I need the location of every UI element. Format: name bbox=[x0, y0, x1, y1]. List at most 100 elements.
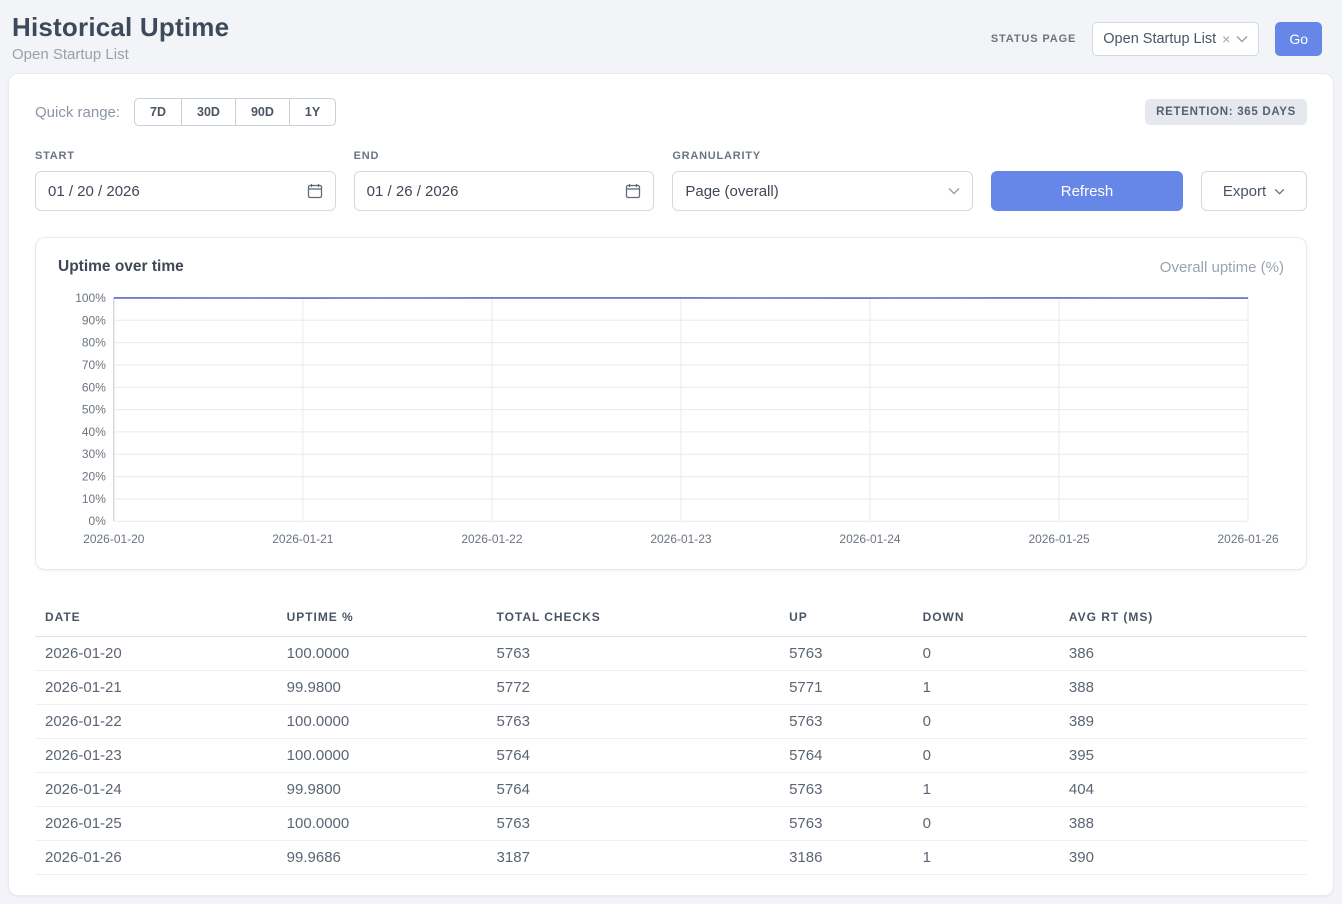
svg-text:10%: 10% bbox=[82, 492, 106, 506]
svg-text:2026-01-22: 2026-01-22 bbox=[461, 532, 522, 546]
table-cell: 100.0000 bbox=[277, 739, 487, 773]
table-cell: 100.0000 bbox=[277, 637, 487, 671]
table-cell: 2026-01-26 bbox=[35, 841, 277, 875]
uptime-line-chart: 0% 10% 20% 30% 40% 50% 60% 70% 80% 90% 100% 2026-01… bbox=[58, 290, 1284, 557]
chart-header: Uptime over time Overall uptime (%) bbox=[58, 258, 1284, 276]
end-date-field: END 01 / 26 / 2026 bbox=[354, 150, 655, 211]
retention-badge: RETENTION: 365 DAYS bbox=[1145, 99, 1307, 125]
chevron-down-icon bbox=[948, 187, 960, 195]
table-row: 2026-01-23100.0000576457640395 bbox=[35, 739, 1307, 773]
uptime-table-head: DATE UPTIME % TOTAL CHECKS UP DOWN AVG R… bbox=[35, 600, 1307, 637]
svg-text:100%: 100% bbox=[75, 291, 106, 305]
svg-text:60%: 60% bbox=[82, 380, 106, 394]
table-cell: 5763 bbox=[487, 705, 780, 739]
table-cell: 3186 bbox=[779, 841, 913, 875]
clear-selection-icon[interactable]: × bbox=[1222, 32, 1230, 46]
table-cell: 2026-01-22 bbox=[35, 705, 277, 739]
svg-text:90%: 90% bbox=[82, 313, 106, 327]
column-header-uptime: UPTIME % bbox=[277, 600, 487, 637]
page-header: Historical Uptime Open Startup List STAT… bbox=[0, 0, 1342, 73]
table-cell: 2026-01-25 bbox=[35, 807, 277, 841]
table-cell: 0 bbox=[913, 705, 1059, 739]
start-date-input[interactable]: 01 / 20 / 2026 bbox=[35, 171, 336, 211]
table-row: 2026-01-25100.0000576357630388 bbox=[35, 807, 1307, 841]
svg-text:2026-01-24: 2026-01-24 bbox=[839, 532, 900, 546]
quick-range-group: 7D 30D 90D 1Y bbox=[134, 98, 336, 126]
end-date-input[interactable]: 01 / 26 / 2026 bbox=[354, 171, 655, 211]
export-button[interactable]: Export bbox=[1201, 171, 1307, 211]
table-cell: 2026-01-21 bbox=[35, 671, 277, 705]
table-row: 2026-01-2699.9686318731861390 bbox=[35, 841, 1307, 875]
table-cell: 5764 bbox=[487, 773, 780, 807]
svg-text:2026-01-20: 2026-01-20 bbox=[83, 532, 144, 546]
table-row: 2026-01-22100.0000576357630389 bbox=[35, 705, 1307, 739]
calendar-icon[interactable] bbox=[307, 183, 323, 199]
svg-text:70%: 70% bbox=[82, 358, 106, 372]
quick-range-row: Quick range: 7D 30D 90D 1Y RETENTION: 36… bbox=[35, 98, 1307, 126]
chart-legend: Overall uptime (%) bbox=[1160, 259, 1284, 276]
granularity-select[interactable]: Page (overall) bbox=[672, 171, 973, 211]
table-cell: 5771 bbox=[779, 671, 913, 705]
svg-text:40%: 40% bbox=[82, 425, 106, 439]
start-date-field: START 01 / 20 / 2026 bbox=[35, 150, 336, 211]
quick-range-90d-button[interactable]: 90D bbox=[235, 98, 290, 126]
table-cell: 2026-01-24 bbox=[35, 773, 277, 807]
table-cell: 5764 bbox=[487, 739, 780, 773]
svg-text:0%: 0% bbox=[89, 514, 107, 528]
table-cell: 390 bbox=[1059, 841, 1307, 875]
table-cell: 3187 bbox=[487, 841, 780, 875]
chevron-down-icon bbox=[1274, 188, 1285, 195]
table-cell: 5763 bbox=[487, 807, 780, 841]
table-row: 2026-01-2499.9800576457631404 bbox=[35, 773, 1307, 807]
svg-text:2026-01-23: 2026-01-23 bbox=[650, 532, 711, 546]
table-cell: 388 bbox=[1059, 671, 1307, 705]
granularity-field: GRANULARITY Page (overall) bbox=[672, 150, 973, 211]
page-title: Historical Uptime bbox=[12, 12, 229, 43]
table-cell: 5772 bbox=[487, 671, 780, 705]
svg-text:30%: 30% bbox=[82, 447, 106, 461]
quick-range-1y-button[interactable]: 1Y bbox=[289, 98, 336, 126]
topbar-right: STATUS PAGE Open Startup List × Go bbox=[991, 12, 1326, 56]
table-cell: 404 bbox=[1059, 773, 1307, 807]
page-subtitle: Open Startup List bbox=[12, 46, 229, 63]
svg-text:2026-01-25: 2026-01-25 bbox=[1028, 532, 1089, 546]
table-cell: 2026-01-20 bbox=[35, 637, 277, 671]
table-cell: 100.0000 bbox=[277, 807, 487, 841]
chevron-down-icon bbox=[1236, 35, 1248, 43]
table-cell: 99.9686 bbox=[277, 841, 487, 875]
table-cell: 386 bbox=[1059, 637, 1307, 671]
uptime-table: DATE UPTIME % TOTAL CHECKS UP DOWN AVG R… bbox=[35, 600, 1307, 875]
column-header-up: UP bbox=[779, 600, 913, 637]
svg-text:80%: 80% bbox=[82, 336, 106, 350]
table-row: 2026-01-20100.0000576357630386 bbox=[35, 637, 1307, 671]
table-cell: 0 bbox=[913, 637, 1059, 671]
svg-text:50%: 50% bbox=[82, 403, 106, 417]
go-button[interactable]: Go bbox=[1275, 22, 1322, 56]
table-cell: 5763 bbox=[487, 637, 780, 671]
quick-range-label: Quick range: bbox=[35, 104, 120, 121]
uptime-table-body: 2026-01-20100.00005763576303862026-01-21… bbox=[35, 637, 1307, 875]
calendar-icon[interactable] bbox=[625, 183, 641, 199]
table-cell: 1 bbox=[913, 841, 1059, 875]
table-cell: 5763 bbox=[779, 637, 913, 671]
filter-form-row: START 01 / 20 / 2026 END 01 / 26 / 2026 … bbox=[35, 150, 1307, 211]
quick-range-7d-button[interactable]: 7D bbox=[134, 98, 182, 126]
table-cell: 389 bbox=[1059, 705, 1307, 739]
column-header-date: DATE bbox=[35, 600, 277, 637]
table-cell: 0 bbox=[913, 807, 1059, 841]
table-cell: 1 bbox=[913, 773, 1059, 807]
quick-range-30d-button[interactable]: 30D bbox=[181, 98, 236, 126]
table-cell: 5763 bbox=[779, 773, 913, 807]
title-block: Historical Uptime Open Startup List bbox=[12, 12, 229, 63]
refresh-button[interactable]: Refresh bbox=[991, 171, 1183, 211]
end-date-value: 01 / 26 / 2026 bbox=[367, 183, 459, 200]
table-cell: 100.0000 bbox=[277, 705, 487, 739]
start-date-value: 01 / 20 / 2026 bbox=[48, 183, 140, 200]
chart-card: Uptime over time Overall uptime (%) 0% 10… bbox=[35, 237, 1307, 570]
column-header-avg-rt: AVG RT (MS) bbox=[1059, 600, 1307, 637]
granularity-selected-value: Page (overall) bbox=[685, 183, 778, 200]
svg-text:20%: 20% bbox=[82, 470, 106, 484]
table-cell: 5764 bbox=[779, 739, 913, 773]
status-page-select[interactable]: Open Startup List × bbox=[1092, 22, 1259, 56]
main-panel: Quick range: 7D 30D 90D 1Y RETENTION: 36… bbox=[8, 73, 1334, 896]
